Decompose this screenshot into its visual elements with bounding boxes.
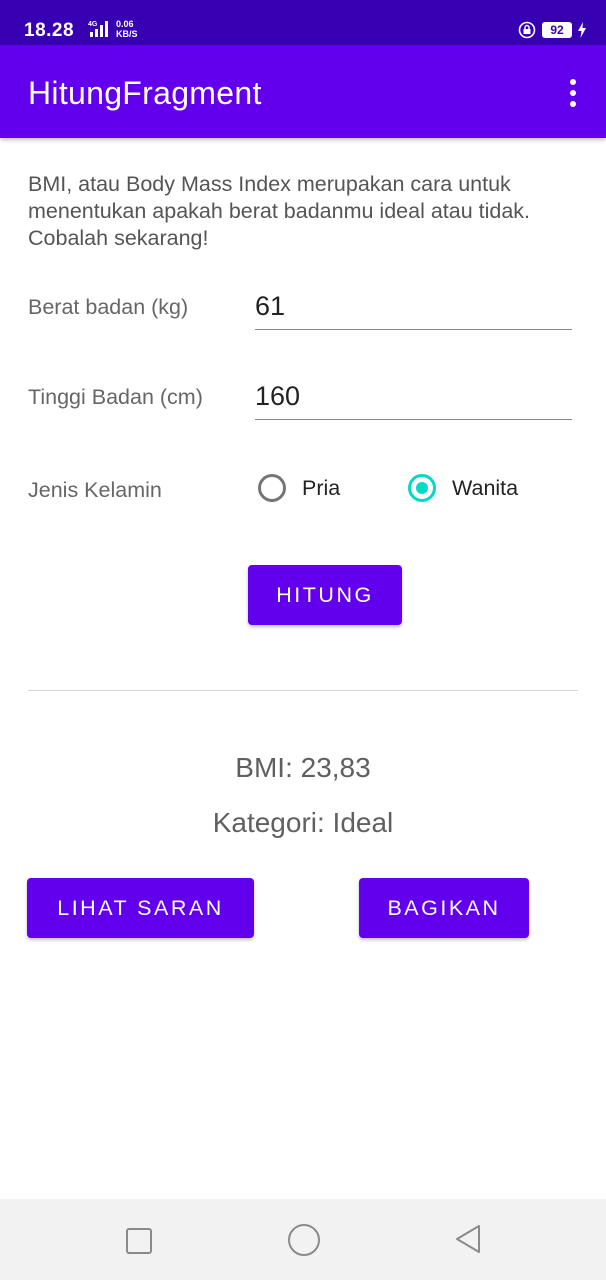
radio-pria-label: Pria (302, 475, 341, 500)
radio-wanita[interactable]: Wanita (408, 471, 518, 505)
speed-unit: KB/S (116, 29, 138, 39)
height-label: Tinggi Badan (cm) (28, 385, 203, 409)
charging-icon (578, 22, 586, 38)
app-bar-title: HitungFragment (28, 75, 262, 111)
radio-button-checked[interactable] (408, 474, 436, 502)
status-time: 18.28 (24, 20, 75, 41)
radio-button-unchecked[interactable] (258, 474, 286, 502)
navigation-bar (0, 1199, 606, 1280)
category-result: Kategori: Ideal (212, 807, 394, 838)
radio-wanita-label: Wanita (452, 475, 519, 500)
calculate-button[interactable]: HITUNG (248, 565, 402, 625)
recents-square-icon[interactable] (126, 1228, 152, 1254)
weight-input[interactable]: 61 (255, 285, 572, 330)
share-button[interactable]: BAGIKAN (359, 878, 529, 938)
more-vert-icon[interactable] (566, 79, 580, 109)
bmi-result: BMI: 23,83 (235, 752, 371, 783)
app-bar: HitungFragment (0, 45, 606, 138)
network-speed: 0.06 KB/S (116, 19, 138, 39)
status-right-icons: 92 (518, 21, 586, 39)
back-triangle-icon[interactable] (454, 1224, 482, 1254)
network-type: 4G (88, 21, 98, 28)
divider (28, 690, 578, 691)
weight-value: 61 (255, 291, 286, 321)
battery-icon: 92 (542, 22, 572, 38)
intro-text: BMI, atau Body Mass Index merupakan cara… (28, 172, 531, 250)
signal-icon: 4G (88, 20, 112, 43)
radio-pria[interactable]: Pria (258, 471, 340, 505)
status-bar: 18.28 4G 0.06 KB/S 92 (0, 0, 606, 45)
lock-rotation-icon (518, 21, 536, 39)
height-input[interactable]: 160 (255, 375, 572, 420)
speed-value: 0.06 (116, 19, 134, 29)
height-value: 160 (255, 381, 301, 411)
home-circle-icon[interactable] (288, 1224, 320, 1256)
see-advice-button[interactable]: LIHAT SARAN (27, 878, 254, 938)
gender-label: Jenis Kelamin (28, 478, 162, 502)
weight-label: Berat badan (kg) (28, 295, 189, 319)
